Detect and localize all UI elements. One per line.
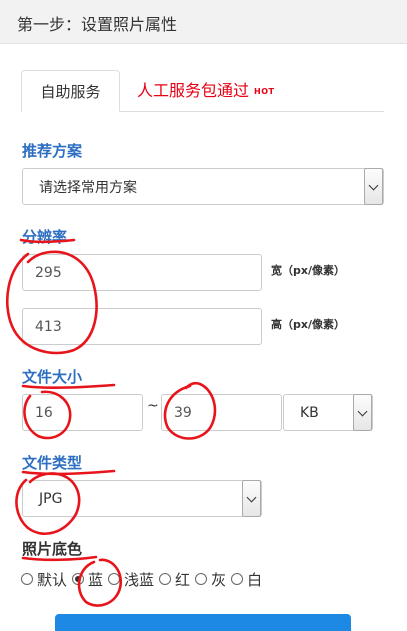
radio-label: 红: [175, 570, 191, 589]
tab-manual-service[interactable]: 人工服务包通过 HOT: [137, 70, 274, 112]
size-unit-select[interactable]: KB: [283, 394, 373, 431]
radio-blue[interactable]: 蓝: [72, 569, 103, 590]
file-type-select[interactable]: JPG: [22, 480, 262, 517]
max-size-input[interactable]: 39: [161, 394, 282, 431]
width-input-value: 295: [35, 264, 62, 281]
height-unit-label: 高（px/像素）: [271, 318, 345, 331]
radio-red[interactable]: 红: [159, 569, 190, 590]
next-step-button[interactable]: [55, 614, 351, 631]
size-unit-value: KB: [300, 404, 319, 421]
service-tabs: 自助服务 人工服务包通过 HOT: [21, 70, 384, 112]
background-label: 照片底色: [22, 540, 83, 558]
width-unit-label: 宽（px/像素）: [271, 264, 345, 277]
file-type-label: 文件类型: [22, 454, 83, 472]
file-type-value: JPG: [39, 490, 63, 507]
radio-circle-icon: [108, 573, 121, 585]
min-size-input[interactable]: 16: [22, 394, 143, 431]
height-input[interactable]: 413: [22, 308, 262, 345]
chevron-down-icon: [364, 168, 383, 205]
radio-white[interactable]: 白: [231, 569, 262, 590]
radio-gray[interactable]: 灰: [195, 569, 226, 590]
page-header: 第一步：设置照片属性: [0, 0, 407, 44]
range-separator: ~: [147, 398, 159, 414]
radio-light-blue[interactable]: 浅蓝: [108, 569, 154, 590]
radio-checked-icon: [72, 573, 85, 585]
tab-self-service[interactable]: 自助服务: [21, 70, 120, 112]
radio-label: 默认: [37, 570, 68, 589]
page-title: 第一步：设置照片属性: [17, 15, 178, 34]
radio-circle-icon: [21, 573, 33, 585]
tab-self-service-label: 自助服务: [40, 83, 101, 101]
chevron-down-icon: [242, 480, 261, 517]
resolution-label: 分辨率: [22, 228, 68, 246]
radio-default[interactable]: 默认: [21, 569, 67, 590]
height-input-value: 413: [35, 318, 62, 335]
width-input[interactable]: 295: [22, 254, 262, 291]
hot-badge: HOT: [254, 87, 275, 96]
radio-label: 蓝: [88, 570, 104, 589]
radio-circle-icon: [231, 573, 244, 585]
background-color-options: 默认 蓝 浅蓝 红 灰 白: [21, 569, 262, 589]
min-size-value: 16: [35, 404, 53, 421]
radio-label: 浅蓝: [124, 570, 155, 589]
tab-manual-service-label: 人工服务包通过: [137, 81, 250, 100]
scheme-label: 推荐方案: [22, 142, 83, 160]
radio-circle-icon: [195, 573, 208, 585]
scheme-select-value: 请选择常用方案: [39, 179, 137, 196]
chevron-down-icon: [353, 394, 372, 431]
radio-label: 灰: [211, 570, 227, 589]
file-size-label: 文件大小: [22, 368, 83, 386]
scheme-select[interactable]: 请选择常用方案: [22, 168, 384, 205]
max-size-value: 39: [174, 404, 192, 421]
radio-label: 白: [247, 570, 263, 589]
radio-circle-icon: [159, 573, 172, 585]
